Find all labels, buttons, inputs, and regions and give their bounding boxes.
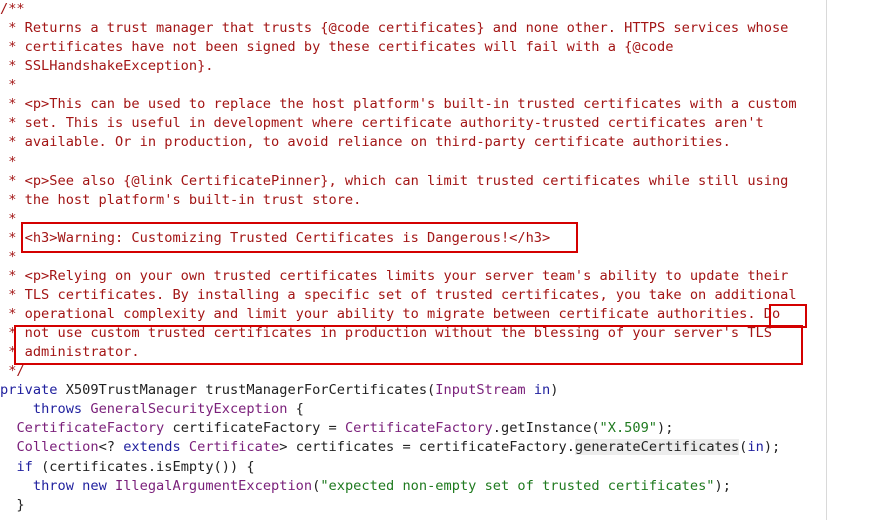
code-line[interactable]: * [0, 76, 797, 95]
code-token: ); [714, 477, 731, 494]
code-token: * SSLHandshakeException}. [0, 58, 214, 75]
code-line[interactable]: * <p>See also {@link CertificatePinner},… [0, 172, 797, 191]
code-line[interactable]: * SSLHandshakeException}. [0, 57, 797, 76]
code-line[interactable]: * Returns a trust manager that trusts {@… [0, 19, 797, 38]
code-token: GeneralSecurityException [90, 401, 288, 418]
code-line[interactable]: throw new IllegalArgumentException("expe… [0, 477, 797, 496]
code-token: * <p>This can be used to replace the hos… [0, 96, 797, 113]
code-token: extends [123, 439, 181, 456]
code-token: > certificates = certificateFactory. [279, 439, 575, 456]
code-token: generateCertificates [574, 439, 740, 456]
code-token: * <p>See also {@link CertificatePinner},… [0, 172, 789, 189]
code-token: in [533, 382, 551, 399]
code-line[interactable]: * set. This is useful in development whe… [0, 114, 797, 133]
code-token: IllegalArgumentException [115, 477, 313, 494]
code-line[interactable]: * <p>Relying on your own trusted certifi… [0, 267, 797, 286]
code-token: <? [98, 439, 124, 456]
code-line[interactable]: /** [0, 0, 797, 19]
code-token: new [82, 477, 107, 494]
code-token: Certificate [188, 439, 280, 456]
code-token: private [0, 382, 58, 399]
code-token: /** [0, 1, 25, 17]
code-token: certificateFactory = [164, 420, 345, 437]
code-token: } [0, 496, 25, 513]
code-token: * available. Or in production, to avoid … [0, 134, 731, 151]
code-token: * [0, 248, 17, 265]
code-token: * TLS certificates. By installing a spec… [0, 286, 797, 303]
code-token: * operational complexity and limit your … [0, 306, 781, 322]
editor-right-margin [826, 0, 873, 520]
code-token: (certificates.isEmpty()) { [32, 458, 255, 475]
code-token: CertificateFactory [344, 420, 493, 437]
code-token: * the host platform's built-in trust sto… [0, 191, 362, 208]
code-token: * [0, 210, 17, 227]
code-token: .getInstance( [492, 420, 600, 437]
code-token: * <p>Relying on your own trusted certifi… [0, 267, 789, 284]
code-line[interactable]: * <p>This can be used to replace the hos… [0, 95, 797, 114]
do-not-use-highlight [14, 325, 803, 365]
code-line[interactable]: * available. Or in production, to avoid … [0, 133, 797, 152]
code-token: throw [32, 477, 74, 494]
code-token: * [0, 77, 17, 94]
code-token: if [16, 458, 33, 475]
code-line[interactable]: * certificates have not been signed by t… [0, 38, 797, 57]
code-token: ) [550, 382, 559, 399]
code-token: Collection [16, 439, 99, 456]
code-line[interactable]: Collection<? extends Certificate> certif… [0, 438, 797, 457]
code-token: X509TrustManager trustManagerForCertific… [57, 382, 436, 399]
code-line[interactable]: private X509TrustManager trustManagerFor… [0, 381, 797, 400]
code-token: ); [763, 439, 781, 456]
code-line[interactable]: * operational complexity and limit your … [0, 305, 797, 324]
code-line[interactable]: * TLS certificates. By installing a spec… [0, 286, 797, 305]
code-editor[interactable]: /** * Returns a trust manager that trust… [0, 0, 826, 520]
code-token: * set. This is useful in development whe… [0, 115, 764, 132]
code-token: { [287, 401, 304, 418]
code-area[interactable]: /** * Returns a trust manager that trust… [0, 0, 797, 515]
code-line[interactable]: if (certificates.isEmpty()) { [0, 458, 797, 477]
code-token: * [0, 153, 17, 170]
code-token: in [747, 439, 764, 456]
code-token: "expected non-empty set of trusted certi… [320, 477, 715, 494]
code-token: InputStream [435, 382, 526, 399]
code-token: * certificates have not been signed by t… [0, 39, 674, 56]
code-line[interactable]: throws GeneralSecurityException { [0, 400, 797, 419]
code-token: throws [32, 401, 83, 418]
code-line[interactable]: CertificateFactory certificateFactory = … [0, 419, 797, 438]
code-line[interactable]: * [0, 153, 797, 172]
code-line[interactable]: } [0, 496, 797, 515]
code-line[interactable]: */ [0, 362, 797, 381]
code-token: "X.509" [599, 420, 658, 437]
warning-heading-highlight [21, 222, 578, 253]
code-token: CertificateFactory [16, 420, 165, 437]
code-token: ); [657, 420, 674, 437]
code-token: * Returns a trust manager that trusts {@… [0, 20, 789, 37]
code-line[interactable]: * the host platform's built-in trust sto… [0, 191, 797, 210]
code-token: */ [0, 363, 25, 380]
